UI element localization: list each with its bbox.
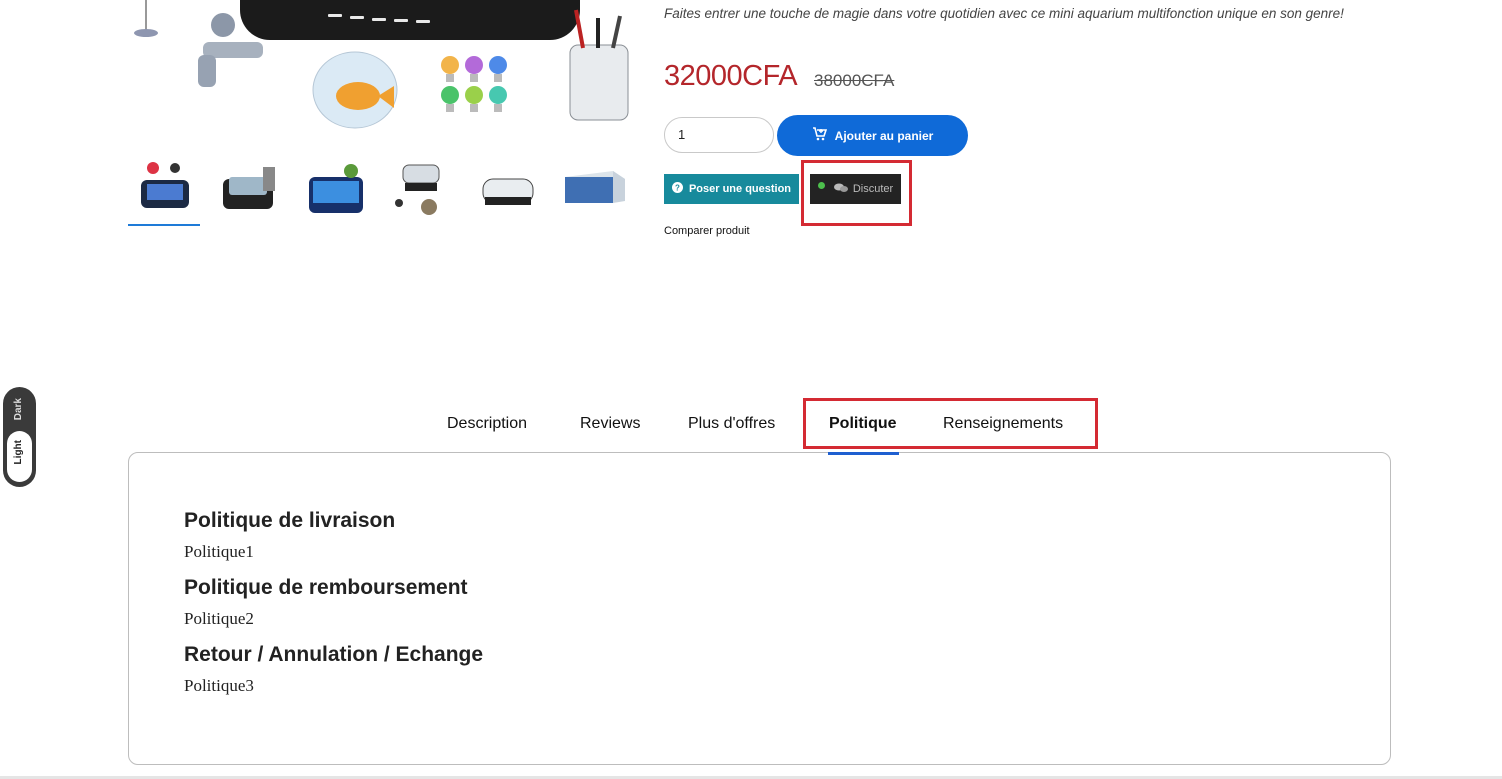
policy-title-delivery: Politique de livraison	[184, 509, 396, 532]
highlight-box-chat	[801, 160, 912, 226]
product-main-image[interactable]	[128, 0, 640, 141]
add-to-cart-button[interactable]: Ajouter au panier	[777, 115, 968, 156]
policy-title-refund: Politique de remboursement	[184, 576, 468, 599]
thumbnail-3[interactable]	[300, 154, 372, 226]
thumbnail-5[interactable]	[472, 154, 544, 226]
product-old-price: 38000CFA	[814, 71, 895, 90]
thumbnail-2[interactable]	[214, 154, 286, 226]
thumbnail-strip	[128, 150, 640, 230]
policy-panel: Politique de livraison Politique1 Politi…	[128, 452, 1391, 765]
quantity-input[interactable]: 1	[664, 117, 774, 153]
add-to-cart-label: Ajouter au panier	[834, 128, 934, 143]
tab-reviews[interactable]: Reviews	[580, 415, 640, 433]
product-tagline: Faites entrer une touche de magie dans v…	[664, 6, 1344, 21]
compare-product-link[interactable]: Comparer produit	[664, 225, 750, 237]
thumbnail-6[interactable]	[558, 154, 630, 226]
svg-text:?: ?	[675, 184, 680, 193]
policy-text-delivery: Politique1	[184, 542, 254, 561]
ask-question-button[interactable]: ? Poser une question	[664, 174, 799, 204]
product-price: 32000CFA	[664, 60, 798, 92]
tab-description[interactable]: Description	[447, 415, 527, 433]
thumbnail-1[interactable]	[128, 154, 200, 226]
thumbnail-4[interactable]	[386, 154, 458, 226]
policy-text-refund: Politique2	[184, 609, 254, 628]
question-icon: ?	[671, 182, 683, 196]
ask-question-label: Poser une question	[688, 183, 792, 195]
product-tabs: Description Reviews Plus d'offres Politi…	[0, 415, 1502, 445]
tab-more-offers[interactable]: Plus d'offres	[688, 415, 775, 433]
highlight-box-tabs	[803, 398, 1098, 449]
policy-title-return: Retour / Annulation / Echange	[184, 643, 484, 666]
cart-plus-icon	[812, 127, 827, 144]
policy-text-return: Politique3	[184, 676, 254, 695]
active-tab-underline	[828, 452, 899, 455]
